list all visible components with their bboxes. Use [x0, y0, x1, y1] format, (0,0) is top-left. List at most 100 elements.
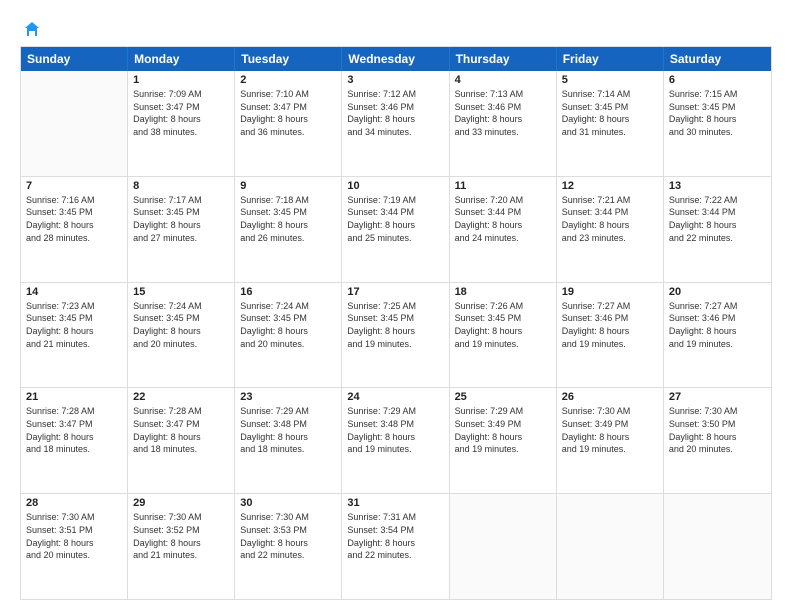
day-number: 30 — [240, 497, 336, 509]
day-number: 5 — [562, 74, 658, 86]
cell-line: Sunrise: 7:17 AM — [133, 195, 229, 207]
cell-line: Sunset: 3:49 PM — [455, 419, 551, 431]
cell-line: Sunrise: 7:27 AM — [669, 301, 766, 313]
cell-line: Sunset: 3:45 PM — [240, 313, 336, 325]
cell-line: Daylight: 8 hours — [133, 432, 229, 444]
cell-line: Daylight: 8 hours — [455, 220, 551, 232]
cell-line: Sunset: 3:47 PM — [26, 419, 122, 431]
day-number: 1 — [133, 74, 229, 86]
cell-line: Sunset: 3:47 PM — [133, 102, 229, 114]
day-number: 19 — [562, 286, 658, 298]
cell-line: Sunrise: 7:19 AM — [347, 195, 443, 207]
day-number: 16 — [240, 286, 336, 298]
day-number: 12 — [562, 180, 658, 192]
cell-line: Sunrise: 7:23 AM — [26, 301, 122, 313]
calendar-cell: 24Sunrise: 7:29 AMSunset: 3:48 PMDayligh… — [342, 388, 449, 493]
cell-line: Sunset: 3:45 PM — [347, 313, 443, 325]
logo — [20, 18, 43, 38]
weekday-header-thursday: Thursday — [450, 47, 557, 71]
cell-line: Daylight: 8 hours — [455, 326, 551, 338]
cell-line: Sunset: 3:49 PM — [562, 419, 658, 431]
calendar-cell: 18Sunrise: 7:26 AMSunset: 3:45 PMDayligh… — [450, 283, 557, 388]
cell-line: Sunset: 3:45 PM — [26, 313, 122, 325]
cell-line: Sunrise: 7:21 AM — [562, 195, 658, 207]
day-number: 4 — [455, 74, 551, 86]
day-number: 31 — [347, 497, 443, 509]
calendar-header: SundayMondayTuesdayWednesdayThursdayFrid… — [21, 47, 771, 71]
calendar-row-3: 21Sunrise: 7:28 AMSunset: 3:47 PMDayligh… — [21, 388, 771, 494]
day-number: 13 — [669, 180, 766, 192]
weekday-header-monday: Monday — [128, 47, 235, 71]
cell-line: Sunrise: 7:24 AM — [240, 301, 336, 313]
cell-line: Sunset: 3:44 PM — [669, 207, 766, 219]
calendar-cell: 23Sunrise: 7:29 AMSunset: 3:48 PMDayligh… — [235, 388, 342, 493]
cell-line: Sunrise: 7:29 AM — [347, 406, 443, 418]
cell-line: Sunrise: 7:28 AM — [26, 406, 122, 418]
cell-line: Sunset: 3:45 PM — [133, 207, 229, 219]
cell-line: and 26 minutes. — [240, 233, 336, 245]
cell-line: Sunrise: 7:29 AM — [455, 406, 551, 418]
cell-line: and 19 minutes. — [347, 444, 443, 456]
calendar-cell: 19Sunrise: 7:27 AMSunset: 3:46 PMDayligh… — [557, 283, 664, 388]
calendar-cell: 1Sunrise: 7:09 AMSunset: 3:47 PMDaylight… — [128, 71, 235, 176]
day-number: 3 — [347, 74, 443, 86]
cell-line: Daylight: 8 hours — [562, 114, 658, 126]
cell-line: Sunrise: 7:27 AM — [562, 301, 658, 313]
calendar-cell: 14Sunrise: 7:23 AMSunset: 3:45 PMDayligh… — [21, 283, 128, 388]
cell-line: Daylight: 8 hours — [562, 326, 658, 338]
cell-line: Sunrise: 7:30 AM — [562, 406, 658, 418]
calendar-cell: 5 Sunrise: 7:14 AMSunset: 3:45 PMDaylight… — [557, 71, 664, 176]
calendar-cell: 9Sunrise: 7:18 AMSunset: 3:45 PMDaylight… — [235, 177, 342, 282]
cell-line: Sunrise: 7:14 AM — [562, 89, 658, 101]
cell-line: and 31 minutes. — [562, 127, 658, 139]
calendar-cell: 4Sunrise: 7:13 AMSunset: 3:46 PMDaylight… — [450, 71, 557, 176]
cell-line: Daylight: 8 hours — [669, 326, 766, 338]
cell-line: Sunset: 3:50 PM — [669, 419, 766, 431]
cell-line: Sunrise: 7:30 AM — [133, 512, 229, 524]
cell-line: Daylight: 8 hours — [455, 432, 551, 444]
cell-line: Daylight: 8 hours — [347, 114, 443, 126]
calendar-cell: 27Sunrise: 7:30 AMSunset: 3:50 PMDayligh… — [664, 388, 771, 493]
day-number: 15 — [133, 286, 229, 298]
cell-line: Daylight: 8 hours — [133, 326, 229, 338]
logo-general — [20, 18, 43, 40]
cell-line: Sunrise: 7:24 AM — [133, 301, 229, 313]
cell-line: Sunrise: 7:10 AM — [240, 89, 336, 101]
calendar-cell: 15 Sunrise: 7:24 AMSunset: 3:45 PMDayligh… — [128, 283, 235, 388]
cell-line: and 23 minutes. — [562, 233, 658, 245]
cell-line: and 19 minutes. — [562, 444, 658, 456]
cell-line: Daylight: 8 hours — [347, 220, 443, 232]
calendar-cell: 3Sunrise: 7:12 AMSunset: 3:46 PMDaylight… — [342, 71, 449, 176]
cell-line: and 21 minutes. — [26, 339, 122, 351]
cell-line: Sunset: 3:47 PM — [133, 419, 229, 431]
cell-line: Sunset: 3:45 PM — [562, 102, 658, 114]
cell-line: and 18 minutes. — [240, 444, 336, 456]
calendar-cell: 25Sunrise: 7:29 AMSunset: 3:49 PMDayligh… — [450, 388, 557, 493]
cell-line: Daylight: 8 hours — [240, 114, 336, 126]
cell-line: and 19 minutes. — [562, 339, 658, 351]
cell-line: Sunrise: 7:22 AM — [669, 195, 766, 207]
cell-line: and 19 minutes. — [347, 339, 443, 351]
cell-line: and 19 minutes. — [669, 339, 766, 351]
calendar-cell: 11Sunrise: 7:20 AMSunset: 3:44 PMDayligh… — [450, 177, 557, 282]
calendar: SundayMondayTuesdayWednesdayThursdayFrid… — [20, 46, 772, 600]
cell-line: Daylight: 8 hours — [669, 220, 766, 232]
cell-line: Sunset: 3:48 PM — [347, 419, 443, 431]
cell-line: Sunrise: 7:30 AM — [26, 512, 122, 524]
cell-line: Sunset: 3:45 PM — [133, 313, 229, 325]
day-number: 7 — [26, 180, 122, 192]
day-number: 21 — [26, 391, 122, 403]
cell-line: Sunset: 3:45 PM — [26, 207, 122, 219]
calendar-cell: 31Sunrise: 7:31 AMSunset: 3:54 PMDayligh… — [342, 494, 449, 599]
cell-line: Daylight: 8 hours — [133, 114, 229, 126]
calendar-row-0: 1Sunrise: 7:09 AMSunset: 3:47 PMDaylight… — [21, 71, 771, 177]
day-number: 20 — [669, 286, 766, 298]
day-number: 28 — [26, 497, 122, 509]
cell-line: Daylight: 8 hours — [133, 538, 229, 550]
cell-line: Daylight: 8 hours — [347, 432, 443, 444]
cell-line: and 34 minutes. — [347, 127, 443, 139]
day-number: 8 — [133, 180, 229, 192]
cell-line: and 20 minutes. — [26, 550, 122, 562]
cell-line: and 20 minutes. — [669, 444, 766, 456]
cell-line: and 27 minutes. — [133, 233, 229, 245]
